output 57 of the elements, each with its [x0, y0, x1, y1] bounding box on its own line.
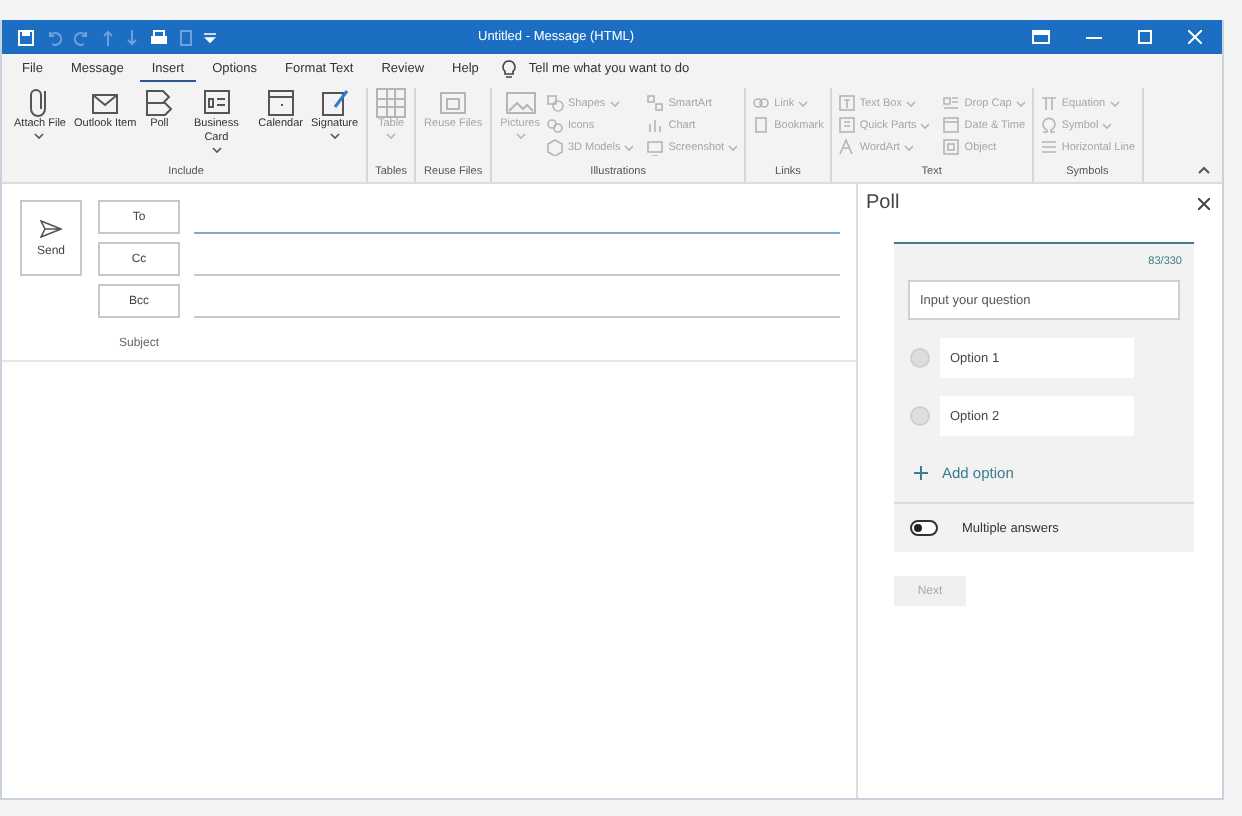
- caret-icon: [386, 131, 397, 140]
- caret-icon: [903, 143, 914, 151]
- panel-title: Poll: [866, 192, 900, 214]
- close-icon[interactable]: [1188, 30, 1202, 44]
- caret-icon: [905, 99, 916, 107]
- caret-icon: [34, 131, 45, 140]
- caret-icon: [624, 143, 635, 151]
- caret-icon: [1109, 99, 1120, 107]
- ribbon-display-icon[interactable]: [1032, 30, 1050, 44]
- caret-icon: [798, 99, 809, 107]
- caret-icon: [211, 145, 222, 154]
- icons-icon: [545, 116, 564, 134]
- textbox-icon: [837, 94, 856, 112]
- poll-icon: [144, 88, 175, 118]
- send-icon: [40, 219, 62, 237]
- cube-icon: [545, 138, 564, 156]
- caret-icon: [1015, 99, 1026, 107]
- collapse-ribbon-icon[interactable]: [1198, 166, 1210, 174]
- chart-icon: [646, 116, 665, 134]
- toggle-switch[interactable]: [910, 520, 938, 536]
- customize-icon[interactable]: [204, 31, 216, 43]
- radio-button[interactable]: [910, 348, 930, 368]
- close-button[interactable]: [1198, 197, 1210, 209]
- table-icon: [376, 88, 407, 118]
- signature-icon: [319, 88, 350, 118]
- quickparts-icon: [837, 116, 856, 134]
- files-icon: [438, 88, 469, 118]
- minimize-icon[interactable]: [1086, 35, 1102, 39]
- envelope-icon: [90, 88, 121, 118]
- maximize-icon[interactable]: [1138, 30, 1152, 44]
- print-icon[interactable]: [150, 29, 168, 45]
- caret-icon: [728, 143, 739, 151]
- picture-icon: [505, 88, 536, 118]
- plus-icon: [914, 466, 928, 480]
- caret-icon: [1102, 121, 1113, 129]
- close-icon: [1198, 197, 1210, 209]
- datetime-icon: [942, 116, 961, 134]
- radio-button[interactable]: [910, 406, 930, 426]
- save-icon[interactable]: [18, 29, 34, 45]
- caret-icon: [329, 131, 340, 140]
- bookmark-icon: [752, 116, 771, 134]
- equation-icon: [1039, 94, 1058, 112]
- caret-icon: [515, 131, 526, 140]
- link-icon: [752, 94, 771, 112]
- calendar-icon: [265, 88, 296, 118]
- omega-icon: [1039, 116, 1058, 134]
- dropcap-icon: [942, 94, 961, 112]
- hline-icon: [1039, 138, 1058, 156]
- shapes-icon: [545, 94, 564, 112]
- object-icon: [942, 138, 961, 156]
- card-icon: [201, 88, 232, 118]
- lightbulb-icon: [502, 60, 517, 78]
- wordart-icon: [837, 138, 856, 156]
- caret-icon: [609, 99, 620, 107]
- caret-icon: [920, 121, 931, 129]
- smartart-icon: [646, 94, 665, 112]
- screenshot-icon: [646, 138, 665, 156]
